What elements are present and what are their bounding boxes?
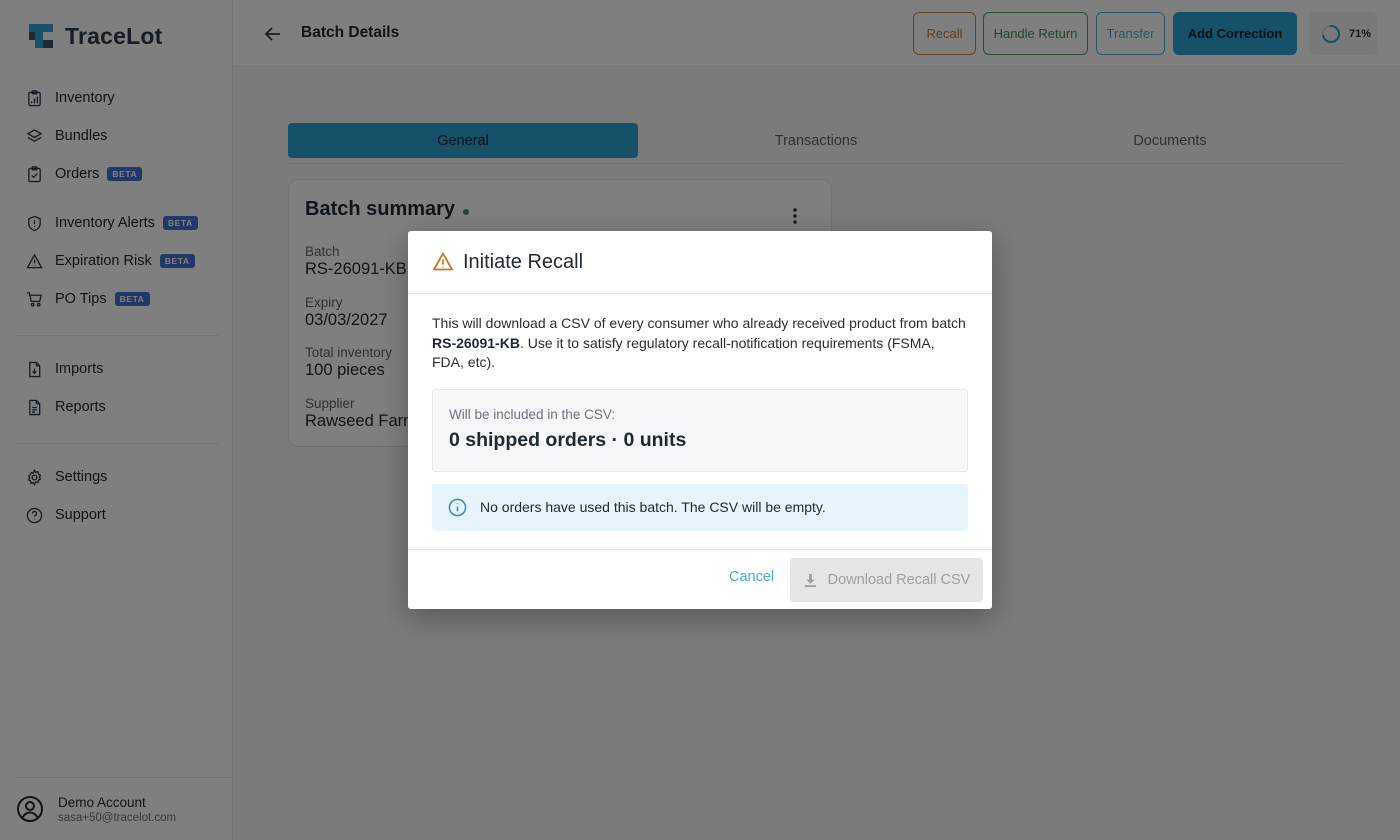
summary-label: Will be included in the CSV:	[449, 406, 616, 422]
initiate-recall-dialog: Initiate Recall This will download a CSV…	[408, 231, 992, 609]
description-text: This will download a CSV of every consum…	[432, 315, 966, 331]
summary-value: 0 shipped orders · 0 units	[449, 428, 687, 451]
dialog-body: This will download a CSV of every consum…	[408, 294, 992, 531]
cancel-button[interactable]: Cancel	[729, 569, 774, 585]
info-alert: No orders have used this batch. The CSV …	[432, 483, 968, 531]
batch-id: RS-26091-KB	[432, 334, 520, 351]
warning-icon	[433, 252, 453, 271]
download-button-label: Download Recall CSV	[827, 572, 971, 588]
info-text: No orders have used this batch. The CSV …	[480, 499, 826, 515]
info-icon	[448, 498, 467, 516]
csv-summary: Will be included in the CSV: 0 shipped o…	[432, 388, 968, 472]
dialog-title: Initiate Recall	[463, 250, 584, 273]
dialog-footer: Cancel Download Recall CSV	[408, 549, 992, 609]
download-icon	[804, 573, 816, 587]
dialog-header: Initiate Recall	[408, 231, 992, 294]
download-recall-csv-button[interactable]: Download Recall CSV	[790, 558, 983, 602]
dialog-description: This will download a CSV of every consum…	[432, 314, 968, 373]
